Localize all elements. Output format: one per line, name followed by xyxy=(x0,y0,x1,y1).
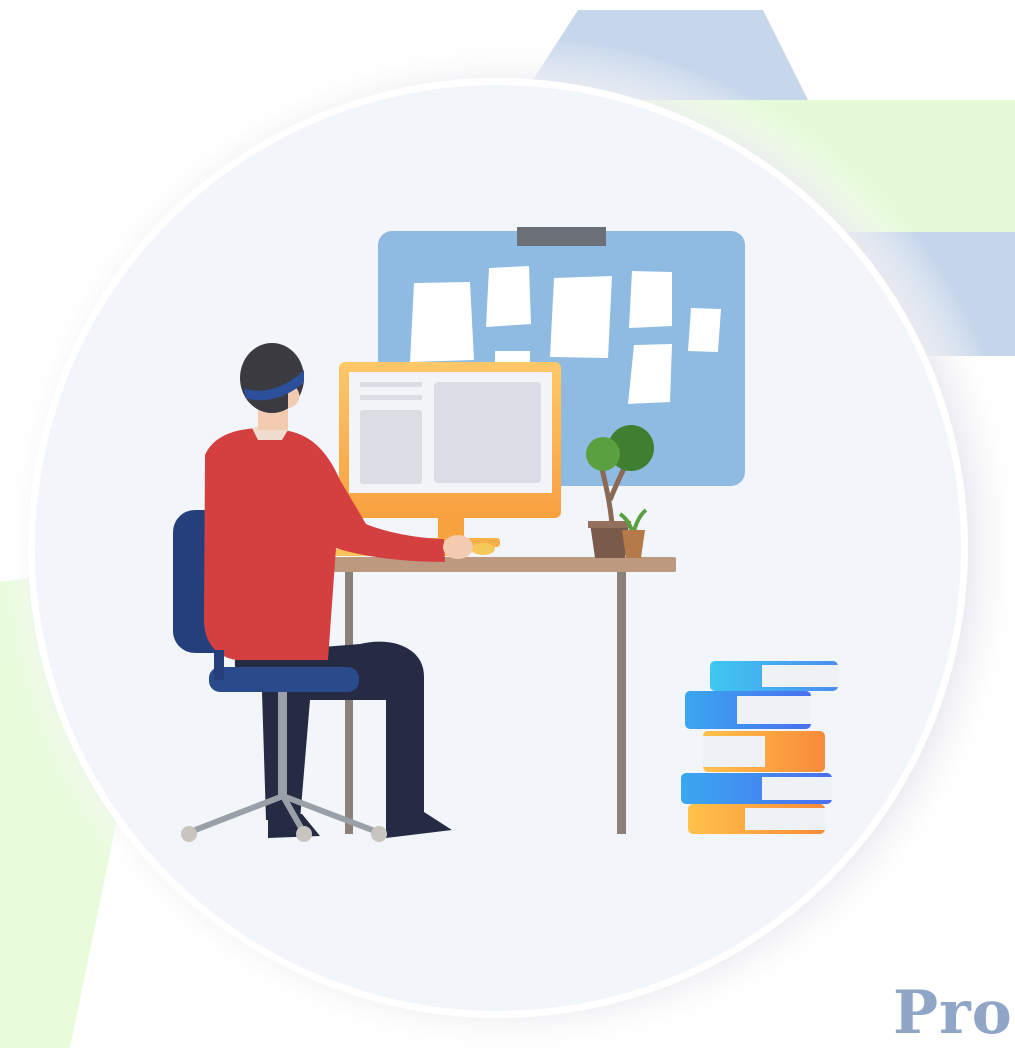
sticky-note xyxy=(486,266,531,327)
book-pages xyxy=(737,696,811,724)
screen-line xyxy=(360,395,422,400)
chair-column xyxy=(278,692,287,796)
plant-leaves xyxy=(586,437,620,471)
sticky-note xyxy=(495,351,530,363)
chair-seat xyxy=(209,667,359,692)
book-pages xyxy=(762,777,832,800)
book-pages xyxy=(762,665,838,687)
hand xyxy=(443,535,473,559)
mouse xyxy=(471,543,495,555)
screen-panel-right xyxy=(434,382,541,483)
sticky-note xyxy=(628,344,672,404)
chair-wheel xyxy=(181,826,197,842)
sticky-note xyxy=(550,276,612,358)
desk-top xyxy=(318,557,676,572)
screen-panel-left xyxy=(360,410,422,484)
illustration-scene xyxy=(0,10,1015,1048)
chair-arm xyxy=(214,650,224,680)
sticky-note xyxy=(629,271,672,328)
screen-line xyxy=(360,382,422,387)
pot-rim xyxy=(588,521,631,528)
sticky-note xyxy=(688,308,721,352)
sprout-pot xyxy=(622,530,645,558)
chair-wheel xyxy=(296,826,312,842)
board-clip xyxy=(517,227,606,246)
sticky-note xyxy=(410,282,474,362)
plant-pot xyxy=(590,523,629,558)
banner-text: Pro xyxy=(893,978,1013,1048)
book-pages xyxy=(745,808,825,830)
book-pages xyxy=(703,736,765,767)
desk-leg xyxy=(617,572,626,834)
chair-wheel xyxy=(371,826,387,842)
desk-leg xyxy=(345,572,353,834)
